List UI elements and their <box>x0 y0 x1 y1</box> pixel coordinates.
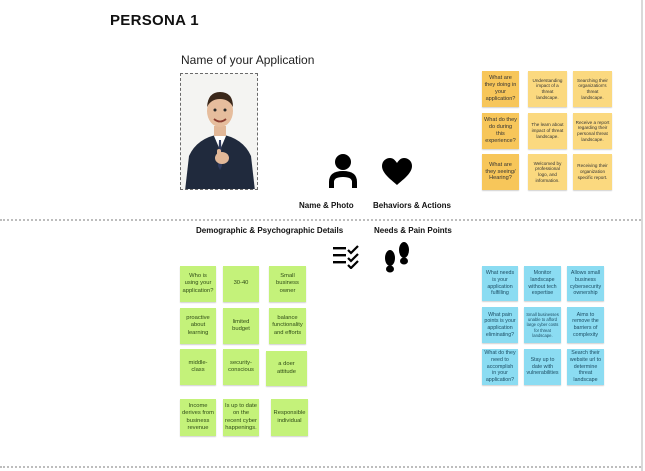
demographic-note[interactable]: a doer attitude <box>266 351 307 386</box>
needs-note[interactable]: Stay up to date with vulnerabilities <box>524 349 561 385</box>
persona-photo[interactable] <box>180 73 258 190</box>
behavior-note[interactable]: Searching their organization's threat la… <box>573 71 612 107</box>
person-icon <box>328 153 358 193</box>
demographic-note[interactable]: balance functionality and efforts <box>269 308 306 344</box>
section-label-needs: Needs & Pain Points <box>374 226 452 235</box>
needs-note[interactable]: Monitor landscape without tech expertise <box>524 266 561 301</box>
canvas-right-edge <box>641 0 643 471</box>
behavior-note[interactable]: Understanding impact of a threat landsca… <box>528 71 567 107</box>
behavior-note[interactable]: What are they seeing/ Hearing? <box>482 154 519 190</box>
demographic-note[interactable]: 30-40 <box>223 266 259 302</box>
footprints-icon <box>381 241 413 278</box>
needs-note[interactable]: Search their website url to determine th… <box>567 349 604 385</box>
needs-note[interactable]: Allows small business cybersecurity owne… <box>567 266 604 301</box>
demographic-note[interactable]: Is up to date on the recent cyber happen… <box>223 399 259 436</box>
checklist-icon <box>332 245 360 274</box>
needs-note[interactable]: What needs is your application fulfillin… <box>482 266 518 301</box>
behavior-note[interactable]: What do they do during this experience? <box>482 113 519 149</box>
demographic-note[interactable]: middle-class <box>180 349 216 385</box>
behavior-note[interactable]: Receiving their organization specific re… <box>573 154 612 190</box>
demographic-note[interactable]: proactive about learning <box>180 308 216 344</box>
needs-note[interactable]: What do they need to accomplish in your … <box>482 349 518 385</box>
needs-note[interactable]: What pain points is your application eli… <box>482 307 518 343</box>
demographic-note[interactable]: Responsible individual <box>271 399 308 436</box>
needs-note[interactable]: Aims to remove the barriers of complexit… <box>567 307 604 343</box>
heart-icon <box>381 157 413 191</box>
demographic-note[interactable]: security-conscious <box>223 349 259 385</box>
behavior-note[interactable]: Receive a report regarding their persona… <box>573 113 612 149</box>
persona-title: PERSONA 1 <box>110 12 199 29</box>
needs-note[interactable]: Small businesses unable to afford large … <box>524 307 561 343</box>
bottom-divider <box>0 466 641 468</box>
section-divider <box>0 219 641 221</box>
demographic-note[interactable]: Income derives from business revenue <box>180 399 216 436</box>
behavior-note[interactable]: What are they doing in your application? <box>482 71 519 107</box>
section-label-name-photo: Name & Photo <box>299 201 354 210</box>
section-label-demographic: Demographic & Psychographic Details <box>196 226 344 235</box>
section-label-behaviors: Behaviors & Actions <box>373 201 451 210</box>
demographic-note[interactable]: Small business owner <box>269 266 306 302</box>
demographic-note[interactable]: limited budget <box>223 308 259 344</box>
behavior-note[interactable]: Welcomed by professional logo, and infor… <box>528 154 567 190</box>
demographic-note[interactable]: Who is using your application? <box>180 266 216 302</box>
app-name-heading[interactable]: Name of your Application <box>181 53 314 67</box>
persona-photo-image <box>181 74 257 189</box>
behavior-note[interactable]: The learn about impact of threat landsca… <box>528 113 567 149</box>
